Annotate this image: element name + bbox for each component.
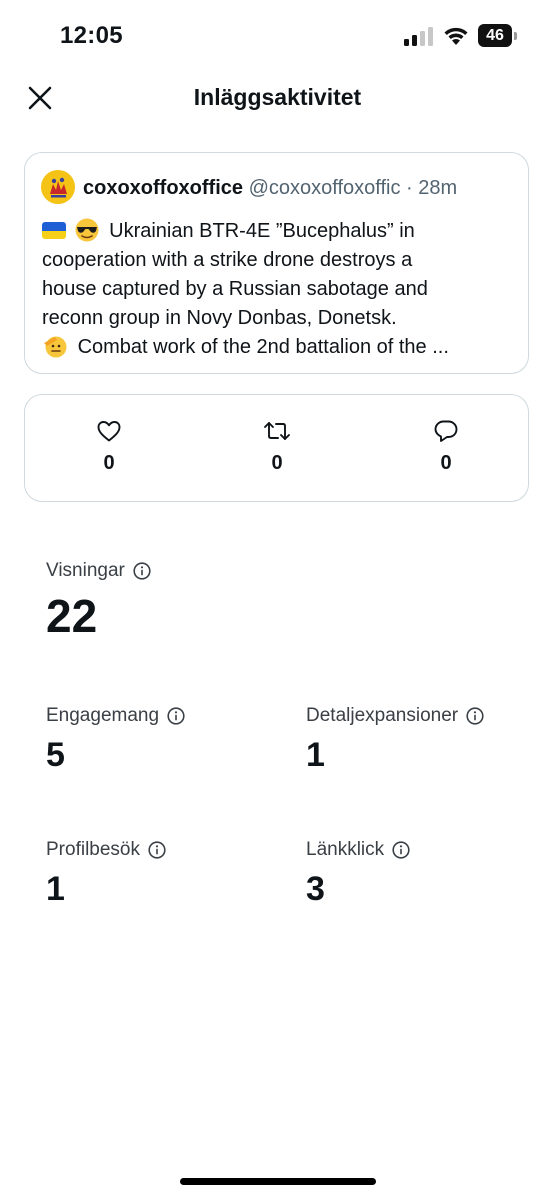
metric-engagements: Engagemang 5 (46, 705, 185, 775)
tweet-line: Ukrainian BTR-4E ”Bucephalus” in (42, 217, 520, 246)
link-clicks-label: Länkklick (306, 839, 385, 860)
profile-visits-value: 1 (46, 870, 65, 908)
info-icon[interactable] (167, 707, 185, 725)
battery-icon: 46 (478, 24, 518, 47)
tweet-line-4: reconn group in Novy Donbas, Donetsk. (42, 307, 397, 329)
author-name[interactable]: coxoxoffoxoffice (83, 177, 243, 199)
reposts-button[interactable]: 0 (247, 419, 307, 475)
engagements-label: Engagemang (46, 705, 160, 726)
metric-link-clicks: Länkklick 3 (306, 839, 410, 909)
info-icon[interactable] (133, 562, 151, 580)
views-label: Visningar (46, 560, 125, 581)
info-icon[interactable] (148, 841, 166, 859)
avatar-logo-icon (41, 170, 75, 204)
tweet-line-1: Ukrainian BTR-4E ”Bucephalus” in (109, 220, 415, 242)
battery-level: 46 (478, 24, 512, 47)
reply-icon (434, 420, 458, 442)
replies-button[interactable]: 0 (416, 419, 476, 475)
metric-views: Visningar 22 (46, 560, 151, 642)
likes-count: 0 (103, 452, 115, 474)
link-clicks-value: 3 (306, 870, 325, 908)
reposts-count: 0 (271, 452, 283, 474)
separator-dot: · (406, 177, 413, 199)
saluting-face-emoji (44, 336, 67, 358)
info-icon[interactable] (392, 841, 410, 859)
tweet-line: Combat work of the 2nd battalion of the … (42, 333, 520, 362)
author-handle[interactable]: @coxoxoffoxoffic (249, 177, 401, 199)
tweet-text: Ukrainian BTR-4E ”Bucephalus” in coopera… (42, 217, 520, 362)
tweet-time: 28m (418, 177, 458, 199)
page-title: Inläggsaktivitet (193, 84, 362, 110)
status-bar: 12:05 46 (0, 0, 555, 72)
info-icon[interactable] (466, 707, 484, 725)
replies-count: 0 (440, 452, 452, 474)
tweet-preview-card[interactable]: coxoxoffoxoffice @coxoxoffoxoffic · 28m … (24, 152, 529, 374)
sunglasses-emoji (75, 218, 99, 242)
engagements-value: 5 (46, 736, 65, 774)
views-value: 22 (46, 590, 98, 642)
home-indicator[interactable] (180, 1178, 376, 1185)
ukraine-flag-emoji (42, 222, 66, 239)
profile-visits-label: Profilbesök (46, 839, 140, 860)
metric-detail-expands: Detaljexpansioner 1 (306, 705, 484, 775)
battery-cap (514, 32, 517, 40)
heart-icon (97, 421, 121, 442)
engagement-card: 0 0 0 (24, 394, 529, 502)
detail-expands-label: Detaljexpansioner (306, 705, 459, 726)
tweet-line-2: cooperation with a strike drone destroys… (42, 249, 413, 271)
status-time: 12:05 (60, 22, 123, 49)
wifi-icon (444, 27, 468, 45)
tweet-line-3: house captured by a Russian sabotage and (42, 278, 428, 300)
avatar[interactable] (41, 170, 75, 204)
likes-button[interactable]: 0 (79, 419, 139, 475)
detail-expands-value: 1 (306, 736, 325, 774)
signal-icon (404, 27, 433, 46)
repost-icon (264, 422, 290, 440)
tweet-line-5: Combat work of the 2nd battalion of the … (77, 336, 449, 358)
tweet-header: coxoxoffoxoffice @coxoxoffoxoffic · 28m (83, 177, 457, 200)
metric-profile-visits: Profilbesök 1 (46, 839, 166, 909)
